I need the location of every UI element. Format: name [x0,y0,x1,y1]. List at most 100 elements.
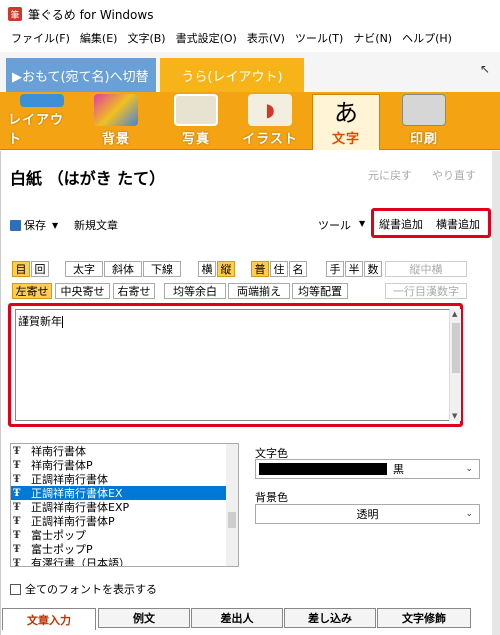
menu-navi[interactable]: ナビ(N) [348,30,397,46]
font-item[interactable]: Ŧ 正調祥南行書体P [11,514,238,528]
text-color-select[interactable]: 黒 ⌄ [255,459,480,479]
truetype-icon: Ŧ [13,445,21,457]
tab-merge[interactable]: 差し込み [284,608,376,628]
illustration-icon: ◗ [248,94,292,126]
add-vertical-button[interactable]: 縦書追加 [379,216,423,232]
tool-menu-dropdown-icon[interactable]: ▼ [359,219,365,228]
tab-text-input[interactable]: 文章入力 [2,608,96,630]
background-button[interactable]: 背景 [82,94,150,150]
mode-bar: ▶おもて(宛て名)へ切替 うら(レイアウト) ↖ [0,52,500,92]
text-entry-area[interactable]: 謹賀新年 [15,309,453,421]
background-label: 背景 [101,132,130,147]
save-label: 保存 [24,219,46,232]
align-center-button[interactable]: 中央寄せ [55,283,110,299]
truetype-icon: Ŧ [13,487,21,499]
font-item[interactable]: Ŧ 富士ポップ [11,528,238,542]
tab-text-decoration[interactable]: 文字修飾 [377,608,471,628]
background-icon [94,94,138,126]
title-bar: 筆 筆ぐるめ for Windows [0,0,500,28]
truetype-icon: Ŧ [13,501,21,513]
underline-button[interactable]: 下線 [143,261,181,277]
menu-view[interactable]: 表示(V) [242,30,290,46]
text-entry-scroll-thumb[interactable] [452,323,460,373]
main-toolbar: レイアウト 背景 写真 ◗ イラスト あ 文字 印刷 [0,92,500,150]
undo-button[interactable]: 元に戻す [368,167,412,183]
font-list-scrollbar[interactable] [226,444,238,566]
font-item-selected[interactable]: Ŧ 正調祥南行書体EX [11,486,238,500]
photo-label: 写真 [181,132,210,147]
switch-to-front-tab[interactable]: ▶おもて(宛て名)へ切替 [6,58,156,92]
back-layout-tab[interactable]: うら(レイアウト) [160,58,304,92]
tool-menu-button[interactable]: ツール [318,217,351,233]
add-horizontal-button[interactable]: 横書追加 [436,216,480,232]
menu-file[interactable]: ファイル(F) [6,30,75,46]
photo-button[interactable]: 写真 [162,94,230,150]
name-button[interactable]: 名 [289,261,307,277]
font-item[interactable]: Ŧ 祥南行書体P [11,458,238,472]
text-color-swatch [259,463,387,475]
scroll-up-icon[interactable]: ▲ [452,310,457,318]
truetype-icon: Ŧ [13,459,21,471]
text-entry-scrollbar[interactable]: ▲ ▼ [449,309,461,421]
redo-button[interactable]: やり直す [432,167,476,183]
layout-icon [20,94,64,107]
first-line-kanji-numeral-button[interactable]: 一行目漢数字 [385,283,467,299]
menu-bar: ファイル(F) 編集(E) 文字(B) 書式設定(O) 表示(V) ツール(T)… [0,28,500,48]
save-button[interactable]: 保存 ▼ [10,217,58,233]
panel-scrollbar[interactable] [492,151,500,635]
italic-button[interactable]: 斜体 [104,261,142,277]
new-doc-button[interactable]: 新規文章 [74,217,118,233]
horizontal-button[interactable]: 横 [198,261,216,277]
text-button[interactable]: あ 文字 [312,94,380,150]
text-entry-content: 謹賀新年 [18,315,62,328]
checkbox-icon[interactable] [10,583,21,595]
text-color-value: 黒 [393,463,404,476]
number-button[interactable]: 数 [364,261,382,277]
half-width-button[interactable]: 半 [345,261,363,277]
normal-button[interactable]: 普 [251,261,269,277]
menu-format[interactable]: 書式設定(O) [171,30,242,46]
font-item[interactable]: Ŧ 正調祥南行書体 [11,472,238,486]
menu-tools[interactable]: ツール(T) [290,30,348,46]
print-button[interactable]: 印刷 [390,94,458,150]
font-item[interactable]: Ŧ 有澤行書（日本語） [11,556,238,566]
hand-button[interactable]: 手 [326,261,344,277]
menu-text[interactable]: 文字(B) [122,30,170,46]
menu-help[interactable]: ヘルプ(H) [397,30,457,46]
tab-examples[interactable]: 例文 [98,608,190,628]
save-dropdown-icon[interactable]: ▼ [52,221,58,230]
bg-color-select[interactable]: 透明 ⌄ [255,504,480,524]
bottom-tabs: 文章入力 例文 差出人 差し込み 文字修飾 [0,608,492,630]
tate-chu-yoko-button[interactable]: 縦中横 [385,261,467,277]
fmt-eye[interactable]: 目 [12,261,30,277]
justify-button[interactable]: 両端揃え [228,283,290,299]
layout-button[interactable]: レイアウト [8,94,76,150]
font-item[interactable]: Ŧ 祥南行書体 [11,444,238,458]
font-item[interactable]: Ŧ 正調祥南行書体EXP [11,500,238,514]
equal-margin-button[interactable]: 均等余白 [164,283,226,299]
tab-sender[interactable]: 差出人 [191,608,283,628]
bg-color-value: 透明 [356,508,379,521]
text-label: 文字 [331,132,360,147]
text-icon: あ [334,98,358,127]
scroll-down-icon[interactable]: ▼ [452,412,457,420]
distribute-button[interactable]: 均等配置 [292,283,348,299]
truetype-icon: Ŧ [13,473,21,485]
layout-label: レイアウト [8,113,65,147]
vertical-button[interactable]: 縦 [217,261,235,277]
show-all-fonts-checkbox[interactable]: 全てのフォントを表示する [10,581,157,597]
photo-icon [174,94,218,126]
font-item[interactable]: Ŧ 富士ポップP [11,542,238,556]
font-list[interactable]: Ŧ 祥南行書体 Ŧ 祥南行書体P Ŧ 正調祥南行書体 Ŧ 正調祥南行書体EX Ŧ 正調祥南… [10,443,239,567]
paper-title: 白紙 （はがき たて） [10,169,166,188]
illustration-button[interactable]: ◗ イラスト [236,94,304,150]
address-button[interactable]: 住 [270,261,288,277]
bold-button[interactable]: 太字 [65,261,103,277]
menu-edit[interactable]: 編集(E) [75,30,123,46]
align-left-button[interactable]: 左寄せ [12,283,52,299]
truetype-icon: Ŧ [13,515,21,527]
font-list-scroll-thumb[interactable] [228,512,236,528]
fmt-frame[interactable]: 回 [31,261,49,277]
align-right-button[interactable]: 右寄せ [113,283,155,299]
text-caret [62,316,63,328]
